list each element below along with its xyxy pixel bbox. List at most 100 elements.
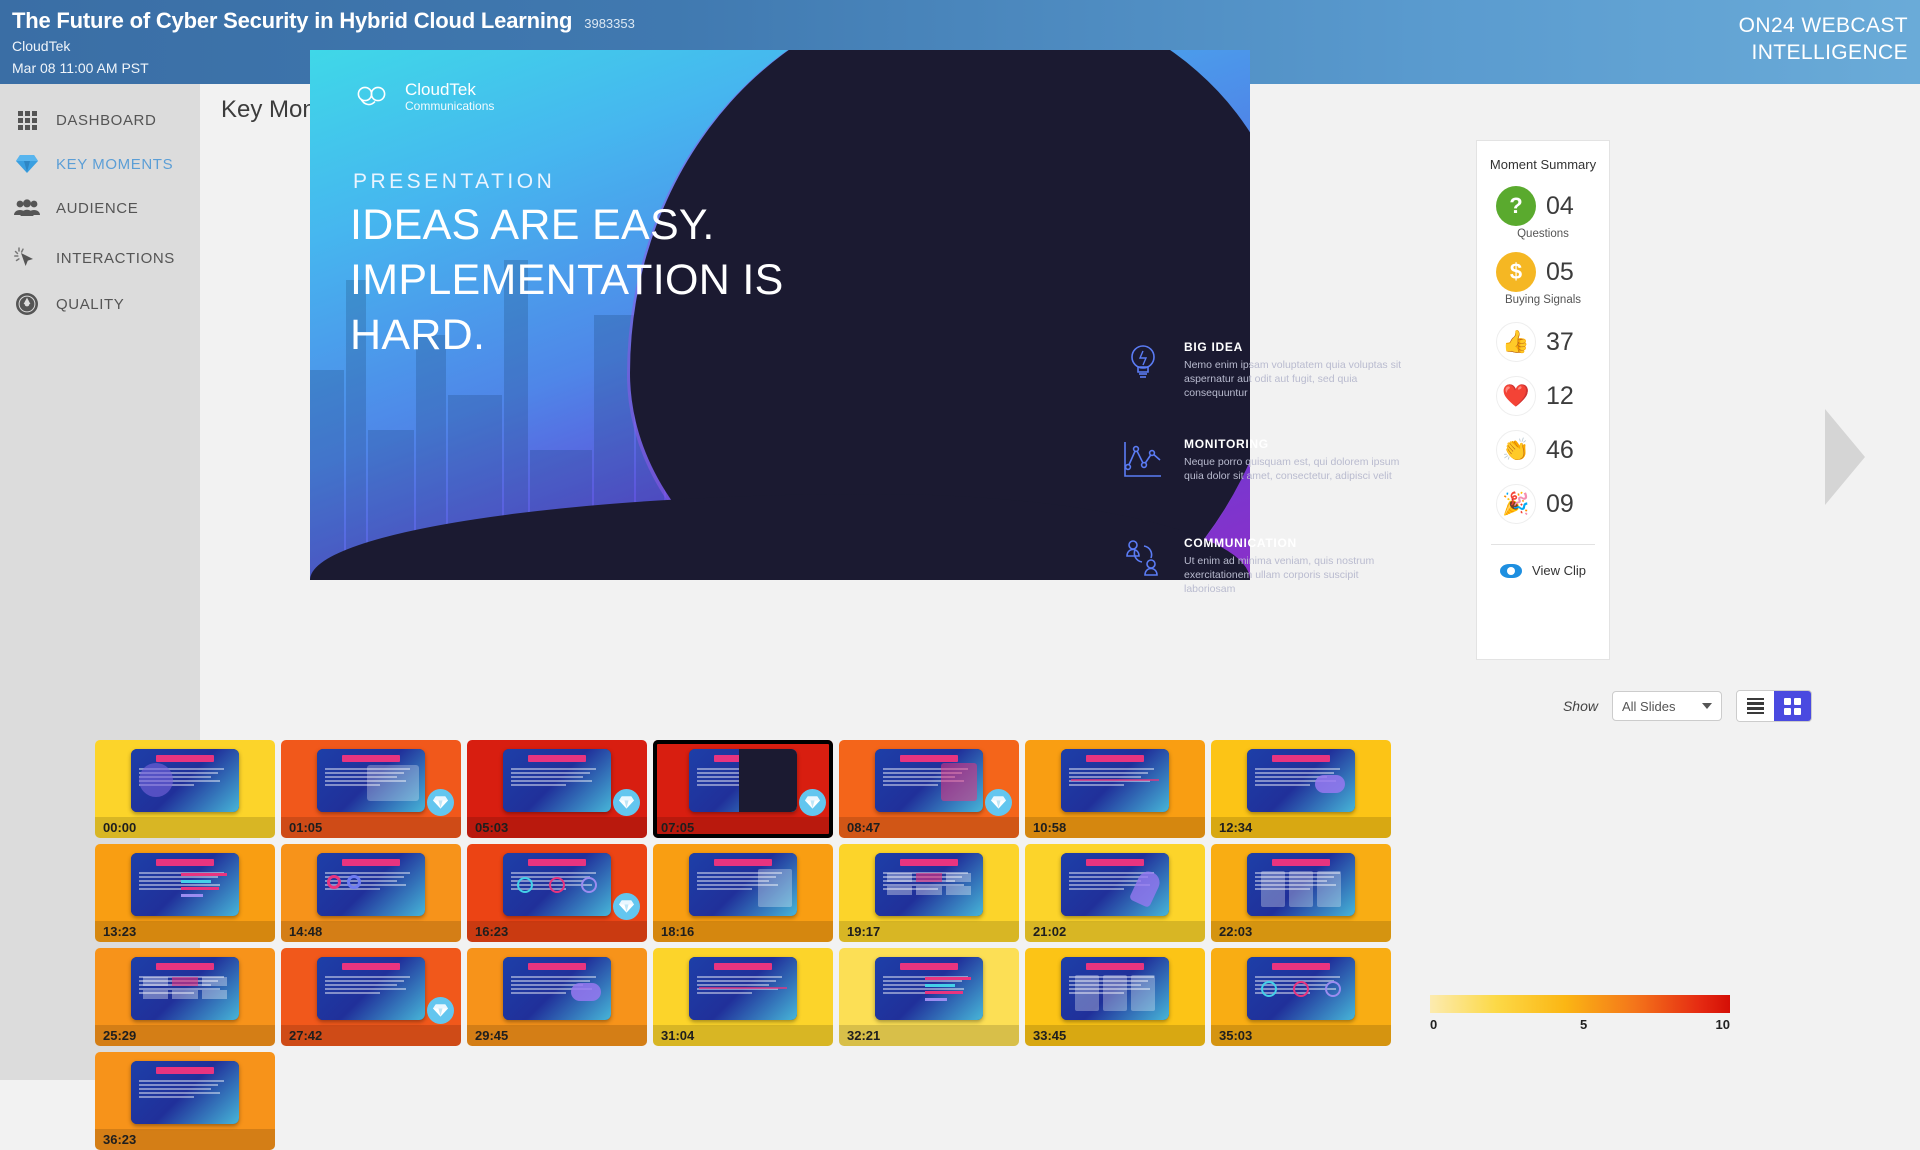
- thumbnail-image: [875, 749, 983, 812]
- thumbnail-image: [131, 957, 239, 1020]
- slide-logo: CloudTek Communications: [353, 80, 494, 114]
- key-moments-thumbnail-grid: 00:00 01:0505:0307:0508:4710:58 12:34 13:23…: [95, 740, 1565, 1150]
- thumbnail-timestamp: 16:23: [467, 921, 647, 942]
- lightbulb-icon: [1120, 340, 1166, 386]
- legend-tick-labels: 0 5 10: [1430, 1017, 1730, 1037]
- key-moment-gem-icon: [613, 789, 640, 816]
- key-moment-gem-icon: [799, 789, 826, 816]
- thumbnail-image: [317, 957, 425, 1020]
- view-clip-button[interactable]: View Clip: [1477, 563, 1609, 578]
- sidebar-item-quality[interactable]: QUALITY: [0, 282, 200, 326]
- thumbnail-image: [503, 957, 611, 1020]
- thumbnail-image: [503, 749, 611, 812]
- dollar-badge-icon: $: [1496, 252, 1536, 292]
- next-slide-arrow[interactable]: [1825, 409, 1865, 505]
- key-moment-gem-icon: [985, 789, 1012, 816]
- thumbnail-32-21[interactable]: 32:21: [839, 948, 1019, 1046]
- communication-icon: [1120, 536, 1166, 582]
- thumbnail-22-03[interactable]: 22:03: [1211, 844, 1391, 942]
- on24-brand-logo: ON24 WEBCAST INTELLIGENCE: [1739, 12, 1908, 66]
- thumbnail-timestamp: 36:23: [95, 1129, 275, 1150]
- sidebar-item-audience[interactable]: AUDIENCE: [0, 186, 200, 230]
- thumbnail-12-34[interactable]: 12:34: [1211, 740, 1391, 838]
- thumbnail-timestamp: 33:45: [1025, 1025, 1205, 1046]
- thumbnail-33-45[interactable]: 33:45: [1025, 948, 1205, 1046]
- thumbnail-18-16[interactable]: 18:16: [653, 844, 833, 942]
- legend-tick-0: 0: [1430, 1017, 1437, 1032]
- feature-title-1: MONITORING: [1184, 437, 1410, 451]
- sidebar-label-audience: AUDIENCE: [56, 200, 138, 217]
- line-chart-icon: [1120, 437, 1166, 483]
- metric-caption-questions: Questions: [1477, 228, 1609, 240]
- list-view-button[interactable]: [1737, 691, 1774, 721]
- thumbnail-05-03[interactable]: 05:03: [467, 740, 647, 838]
- thumbnail-21-02[interactable]: 21:02: [1025, 844, 1205, 942]
- metric-value-buying-signals: 05: [1546, 258, 1590, 287]
- feature-title-2: COMMUNICATION: [1184, 536, 1410, 550]
- grid-view-button[interactable]: [1774, 691, 1811, 721]
- metric-value-party: 09: [1546, 490, 1590, 519]
- thumbnail-image: [875, 853, 983, 916]
- thumbnail-timestamp: 35:03: [1211, 1025, 1391, 1046]
- key-moment-gem-icon: [427, 997, 454, 1024]
- thumbnail-timestamp: 12:34: [1211, 817, 1391, 838]
- thumbnail-08-47[interactable]: 08:47: [839, 740, 1019, 838]
- thumbnail-00-00[interactable]: 00:00: [95, 740, 275, 838]
- sidebar-item-interactions[interactable]: INTERACTIONS: [0, 236, 200, 280]
- thumbnail-35-03[interactable]: 35:03: [1211, 948, 1391, 1046]
- thumbnail-27-42[interactable]: 27:42: [281, 948, 461, 1046]
- sidebar-item-dashboard[interactable]: DASHBOARD: [0, 98, 200, 142]
- slide-preview[interactable]: CloudTek Communications PRESENTATION IDE…: [310, 50, 1250, 580]
- thumbnail-image: [1061, 853, 1169, 916]
- quality-gauge-icon: [14, 291, 40, 317]
- metric-value-thumbs-up: 37: [1546, 328, 1590, 357]
- thumbnail-timestamp: 21:02: [1025, 921, 1205, 942]
- sidebar-item-key-moments[interactable]: KEY MOMENTS: [0, 142, 200, 186]
- slide-logo-sub: Communications: [405, 99, 494, 114]
- metric-row-buying-signals: $ 05: [1477, 252, 1609, 292]
- thumbnail-timestamp: 18:16: [653, 921, 833, 942]
- metric-row-party: 🎉 09: [1477, 484, 1609, 524]
- thumbnail-31-04[interactable]: 31:04: [653, 948, 833, 1046]
- webcast-datetime: Mar 08 11:00 AM PST: [12, 60, 149, 76]
- thumbnail-01-05[interactable]: 01:05: [281, 740, 461, 838]
- feature-title-0: BIG IDEA: [1184, 340, 1410, 354]
- thumbnail-timestamp: 00:00: [95, 817, 275, 838]
- list-icon: [1747, 695, 1764, 717]
- feature-monitoring: MONITORING Neque porro quisquam est, qui…: [1120, 437, 1410, 483]
- thumbnail-timestamp: 29:45: [467, 1025, 647, 1046]
- chevron-down-icon: [1702, 703, 1712, 709]
- key-moment-gem-icon: [427, 789, 454, 816]
- view-clip-label: View Clip: [1532, 563, 1586, 578]
- thumbnail-image: [1247, 957, 1355, 1020]
- thumbnail-36-23[interactable]: 36:23: [95, 1052, 275, 1150]
- thumbnail-14-48[interactable]: 14:48: [281, 844, 461, 942]
- slides-filter-select[interactable]: All Slides: [1612, 691, 1722, 721]
- key-moment-gem-icon: [613, 893, 640, 920]
- thumbnail-image: [1061, 957, 1169, 1020]
- sidebar-label-key-moments: KEY MOMENTS: [56, 156, 173, 173]
- metric-row-clap: 👏 46: [1477, 430, 1609, 470]
- thumbnail-timestamp: 27:42: [281, 1025, 461, 1046]
- thumbnail-16-23[interactable]: 16:23: [467, 844, 647, 942]
- thumbnail-image: [1061, 749, 1169, 812]
- webcast-title: The Future of Cyber Security in Hybrid C…: [12, 8, 572, 34]
- moment-summary-title: Moment Summary: [1477, 141, 1609, 172]
- thumbnail-19-17[interactable]: 19:17: [839, 844, 1019, 942]
- thumbnail-image: [689, 749, 797, 812]
- thumbnail-timestamp: 19:17: [839, 921, 1019, 942]
- thumbnail-25-29[interactable]: 25:29: [95, 948, 275, 1046]
- metric-row-questions: ? 04: [1477, 186, 1609, 226]
- thumbnail-10-58[interactable]: 10:58: [1025, 740, 1205, 838]
- sidebar-label-interactions: INTERACTIONS: [56, 250, 175, 267]
- thumbnail-image: [1247, 749, 1355, 812]
- sidebar-label-quality: QUALITY: [56, 296, 124, 313]
- brand-line-1: ON24 WEBCAST: [1739, 12, 1908, 39]
- thumbnail-29-45[interactable]: 29:45: [467, 948, 647, 1046]
- thumbnail-timestamp: 22:03: [1211, 921, 1391, 942]
- question-badge-icon: ?: [1496, 186, 1536, 226]
- thumbnail-image: [317, 749, 425, 812]
- legend-gradient-bar: [1430, 995, 1730, 1013]
- thumbnail-13-23[interactable]: 13:23: [95, 844, 275, 942]
- thumbnail-07-05[interactable]: 07:05: [653, 740, 833, 838]
